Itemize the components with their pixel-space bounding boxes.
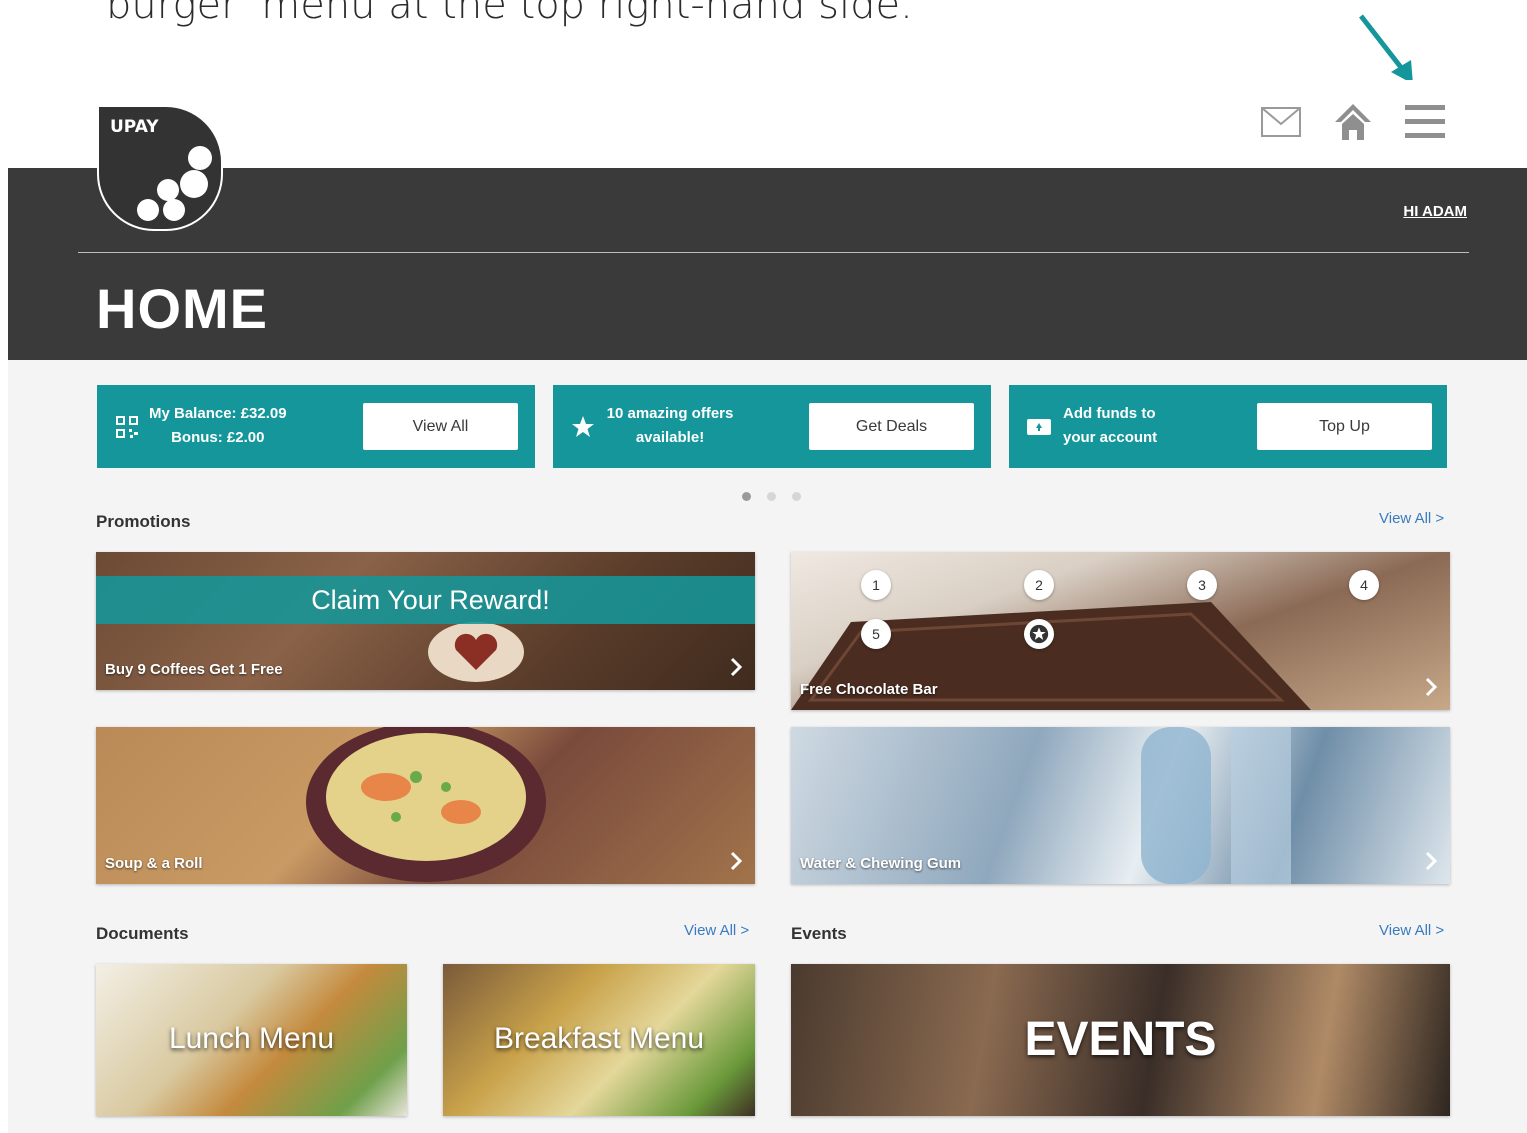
stamp-5: 5 <box>861 619 891 649</box>
upay-logo[interactable]: UPAY <box>96 104 224 232</box>
promo-card-label: Soup & a Roll <box>105 855 203 872</box>
header-band: HI ADAM HOME <box>8 168 1527 360</box>
instruction-text: 'burger' menu at the top right-hand side… <box>95 0 913 28</box>
offers-line-1: 10 amazing offers <box>606 405 734 422</box>
mail-icon[interactable] <box>1259 100 1303 144</box>
stamp-3: 3 <box>1187 570 1217 600</box>
events-title: Events <box>791 924 847 943</box>
pointer-arrow-icon <box>1359 14 1413 84</box>
view-all-balance-button[interactable]: View All <box>363 403 518 450</box>
chevron-right-icon <box>1425 851 1438 871</box>
document-card-title: Breakfast Menu <box>493 1022 705 1055</box>
add-funds-line-1: Add funds to <box>1063 405 1156 422</box>
reward-star-stamp-icon <box>1024 619 1054 649</box>
events-view-all-link[interactable]: View All > <box>1379 922 1444 939</box>
document-card-lunch-menu[interactable]: Lunch Menu <box>96 964 407 1116</box>
balance-tile: My Balance: £32.09 Bonus: £2.00 View All <box>97 385 535 468</box>
promotions-title: Promotions <box>96 512 191 531</box>
documents-view-all-link[interactable]: View All > <box>684 922 749 939</box>
claim-reward-banner: Claim Your Reward! <box>96 576 755 624</box>
user-greeting-link[interactable]: HI ADAM <box>1403 203 1467 220</box>
quick-actions: My Balance: £32.09 Bonus: £2.00 View All… <box>97 385 1447 468</box>
events-card-title: EVENTS <box>1024 1013 1217 1066</box>
chevron-right-icon <box>730 657 743 677</box>
offers-text: 10 amazing offers available! <box>605 402 735 450</box>
events-card[interactable]: EVENTS <box>791 964 1450 1116</box>
logo-text: UPAY <box>110 117 159 137</box>
add-funds-text: Add funds to your account <box>1063 402 1157 450</box>
soup-pot-shape <box>306 727 546 882</box>
promo-card-coffee[interactable]: Claim Your Reward! Buy 9 Coffees Get 1 F… <box>96 552 755 690</box>
page-title: HOME <box>96 277 268 340</box>
carousel-dot-1[interactable] <box>742 492 751 501</box>
promo-card-label: Free Chocolate Bar <box>800 681 938 698</box>
offers-tile: 10 amazing offers available! Get Deals <box>553 385 991 468</box>
home-icon[interactable] <box>1331 100 1375 144</box>
promo-card-label: Buy 9 Coffees Get 1 Free <box>105 661 283 678</box>
top-icon-bar <box>1259 100 1447 144</box>
balance-line: My Balance: £32.09 <box>149 405 287 422</box>
promo-card-chocolate[interactable]: 1 2 3 4 5 Free Chocolate Bar <box>791 552 1450 710</box>
carousel-dot-2[interactable] <box>767 492 776 501</box>
star-icon <box>571 415 595 439</box>
document-card-title: Lunch Menu <box>168 1022 335 1055</box>
chevron-right-icon <box>730 851 743 871</box>
bonus-line: Bonus: £2.00 <box>171 429 265 446</box>
carousel-dot-3[interactable] <box>792 492 801 501</box>
carousel-indicator <box>742 492 801 501</box>
promo-card-soup[interactable]: Soup & a Roll <box>96 727 755 884</box>
chevron-right-icon <box>1425 677 1438 697</box>
wallet-icon <box>1027 415 1051 439</box>
top-up-button[interactable]: Top Up <box>1257 403 1432 450</box>
documents-title: Documents <box>96 924 189 943</box>
promo-card-label: Water & Chewing Gum <box>800 855 962 872</box>
qr-code-icon <box>115 415 139 439</box>
hamburger-menu-icon[interactable] <box>1403 100 1447 144</box>
stamp-1: 1 <box>861 570 891 600</box>
get-deals-button[interactable]: Get Deals <box>809 403 974 450</box>
document-card-breakfast-menu[interactable]: Breakfast Menu <box>443 964 755 1116</box>
promotions-view-all-link[interactable]: View All > <box>1379 510 1444 527</box>
offers-line-2: available! <box>635 429 705 446</box>
water-bottle-shape <box>1141 727 1291 884</box>
add-funds-tile: Add funds to your account Top Up <box>1009 385 1447 468</box>
stamp-2: 2 <box>1024 570 1054 600</box>
add-funds-line-2: your account <box>1063 429 1158 446</box>
stamp-4: 4 <box>1349 570 1379 600</box>
header-divider <box>78 252 1469 253</box>
balance-text: My Balance: £32.09 Bonus: £2.00 <box>149 402 287 450</box>
promo-card-water[interactable]: Water & Chewing Gum <box>791 727 1450 884</box>
